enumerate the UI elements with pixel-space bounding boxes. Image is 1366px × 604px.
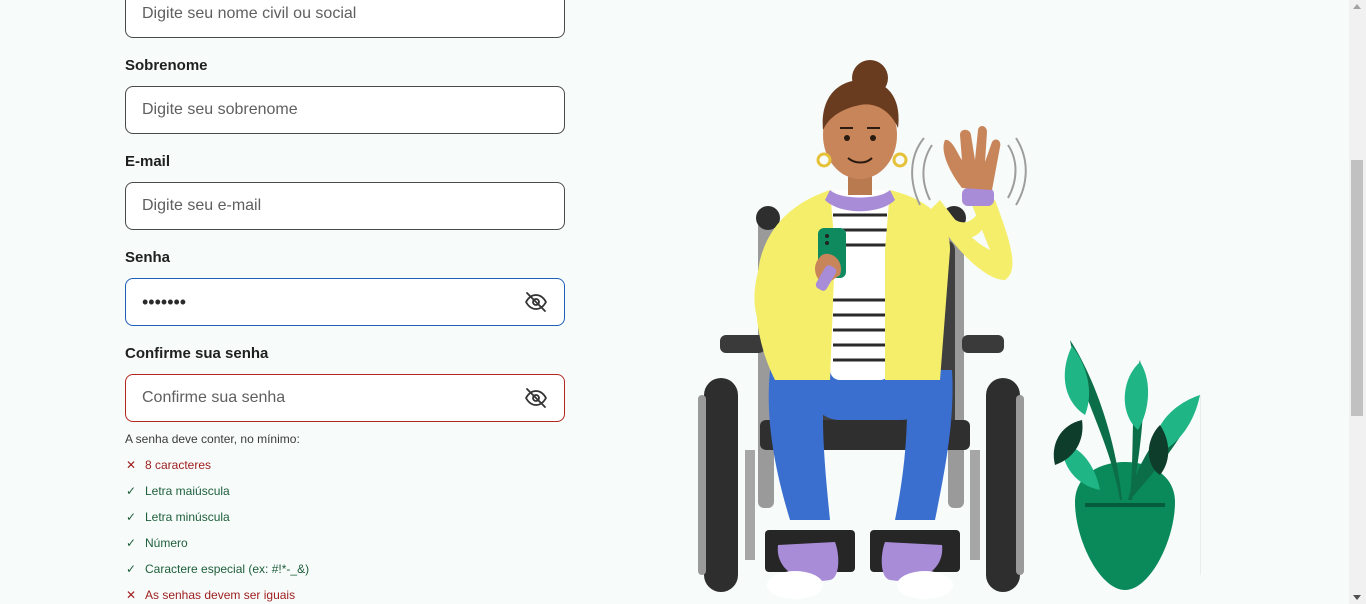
last-name-placeholder: Digite seu sobrenome	[142, 101, 298, 118]
rule-item: ✓ Letra minúscula	[125, 510, 230, 524]
password-rules-title: A senha deve conter, no mínimo:	[125, 432, 300, 446]
rule-label: Número	[145, 536, 188, 550]
check-icon: ✓	[125, 536, 137, 550]
divider	[1200, 395, 1201, 575]
rule-item: ✓ Caractere especial (ex: #!*-_&)	[125, 562, 309, 576]
eye-off-icon[interactable]	[524, 290, 548, 314]
email-field[interactable]: Digite seu e-mail	[125, 182, 565, 230]
rule-item: ✕ As senhas devem ser iguais	[125, 588, 295, 602]
rule-label: Caractere especial (ex: #!*-_&)	[145, 562, 310, 576]
rule-label: 8 caracteres	[145, 458, 212, 472]
rule-item: ✓ Número	[125, 536, 188, 550]
rule-item: ✓ Letra maiúscula	[125, 484, 230, 498]
last-name-field[interactable]: Digite seu sobrenome	[125, 86, 565, 134]
first-name-placeholder: Digite seu nome civil ou social	[142, 5, 357, 22]
rule-label: Letra minúscula	[145, 510, 230, 524]
confirm-password-field[interactable]: Confirme sua senha	[125, 374, 565, 422]
check-icon: ✓	[125, 484, 137, 498]
x-icon: ✕	[125, 588, 137, 602]
signup-page: Digite seu nome civil ou social Sobrenom…	[0, 0, 1349, 604]
password-field[interactable]: •••••••	[125, 278, 565, 326]
confirm-password-label: Confirme sua senha	[125, 345, 269, 362]
scroll-up-arrow-icon[interactable]	[1353, 4, 1361, 9]
vertical-scrollbar[interactable]	[1349, 0, 1366, 604]
potted-plant	[1053, 340, 1200, 590]
check-icon: ✓	[125, 510, 137, 524]
person	[754, 60, 1027, 599]
scrollbar-thumb[interactable]	[1351, 160, 1363, 416]
first-name-field[interactable]: Digite seu nome civil ou social	[125, 0, 565, 38]
rule-label: As senhas devem ser iguais	[145, 588, 296, 602]
scroll-down-arrow-icon[interactable]	[1353, 595, 1361, 600]
password-value: •••••••	[142, 291, 187, 312]
check-icon: ✓	[125, 562, 137, 576]
rule-item: ✕ 8 caracteres	[125, 458, 211, 472]
rule-label: Letra maiúscula	[145, 484, 230, 498]
last-name-label: Sobrenome	[125, 57, 208, 74]
wheelchair-user-illustration	[698, 60, 1200, 599]
eye-off-icon[interactable]	[524, 386, 548, 410]
email-placeholder: Digite seu e-mail	[142, 197, 262, 214]
password-label: Senha	[125, 249, 171, 266]
x-icon: ✕	[125, 458, 137, 472]
confirm-password-placeholder: Confirme sua senha	[142, 389, 286, 406]
email-label: E-mail	[125, 153, 171, 170]
